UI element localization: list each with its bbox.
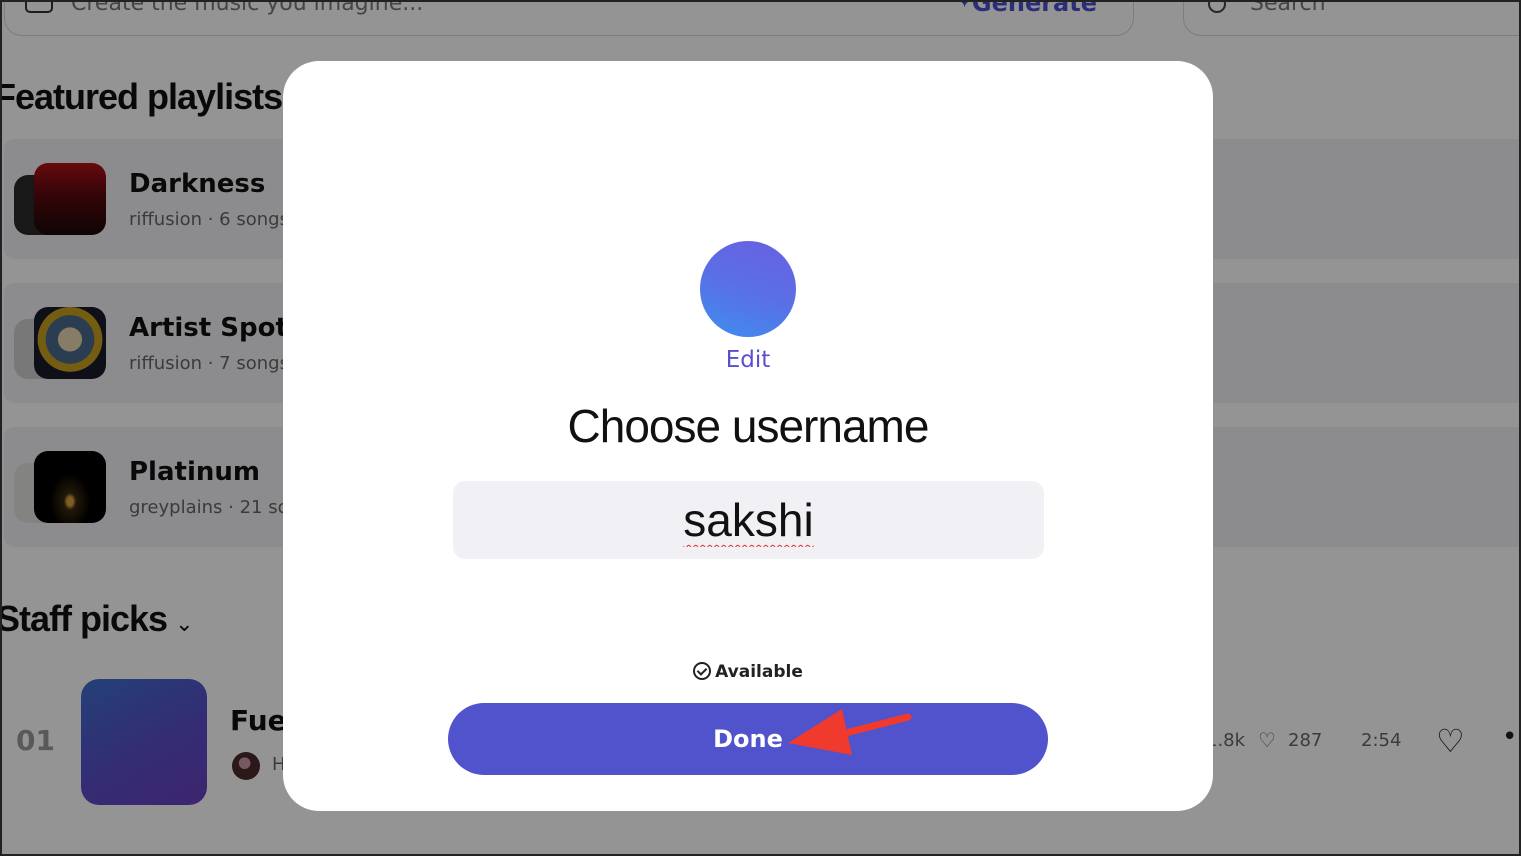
check-circle-icon	[693, 662, 712, 680]
username-input[interactable]	[453, 481, 1044, 559]
availability-label: Available	[715, 662, 803, 682]
edit-avatar-link[interactable]: Edit	[283, 347, 1213, 373]
done-button[interactable]: Done	[448, 703, 1048, 775]
avatar[interactable]	[700, 241, 796, 337]
choose-username-dialog: Edit Choose username Available Done	[283, 61, 1213, 811]
annotation-arrow-icon	[788, 709, 912, 755]
availability-status: Available	[283, 662, 1213, 682]
dialog-title: Choose username	[567, 400, 930, 452]
